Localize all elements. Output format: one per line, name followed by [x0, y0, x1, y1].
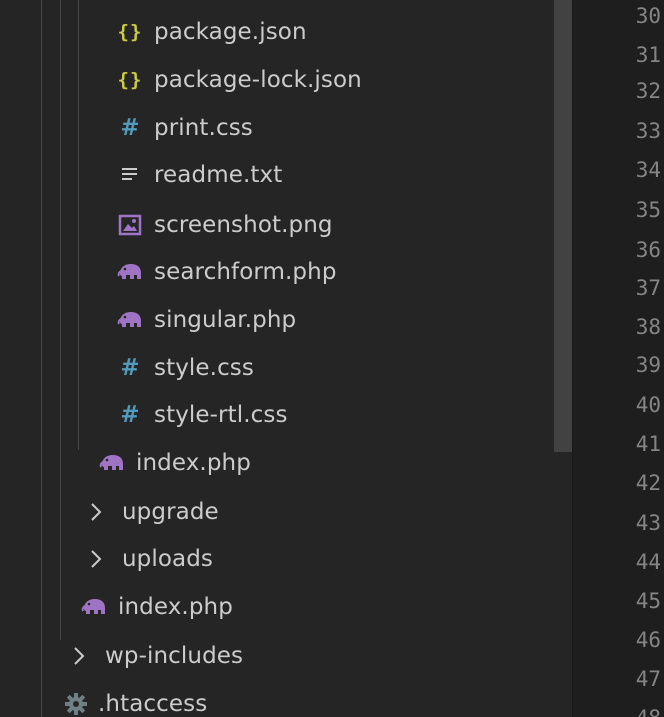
tree-item-screenshot-png[interactable]: screenshot.png — [0, 202, 554, 248]
line-number: 39 — [635, 353, 661, 377]
tree-folder-wp-includes[interactable]: wp-includes — [0, 633, 554, 679]
tree-item-htaccess[interactable]: .htaccess — [0, 681, 554, 717]
text-lines-icon — [116, 161, 144, 189]
explorer-scrollbar-track[interactable] — [554, 0, 572, 717]
explorer-scrollbar-thumb[interactable] — [554, 0, 572, 452]
tree-item-label: searchform.php — [154, 259, 337, 285]
tree-item-package-lock-json[interactable]: {} package-lock.json — [0, 57, 554, 103]
tree-item-label: style.css — [154, 355, 254, 381]
php-elephant-icon — [98, 449, 126, 477]
php-elephant-icon — [116, 258, 144, 286]
tree-item-label: .htaccess — [98, 691, 208, 717]
line-number: 42 — [635, 471, 661, 495]
line-number: 33 — [635, 119, 661, 143]
tree-item-label: upgrade — [122, 499, 219, 525]
tree-item-label: readme.txt — [154, 162, 283, 188]
tree-item-package-json[interactable]: {} package.json — [0, 9, 554, 55]
tree-item-searchform-php[interactable]: searchform.php — [0, 249, 554, 295]
line-number: 47 — [635, 667, 661, 691]
chevron-right-icon — [85, 498, 107, 526]
line-number: 45 — [635, 589, 661, 613]
json-icon: {} — [117, 69, 143, 91]
line-number: 34 — [635, 158, 661, 182]
chevron-right-icon — [68, 642, 90, 670]
line-number: 43 — [635, 511, 661, 535]
line-number: 46 — [635, 628, 661, 652]
tree-item-label: index.php — [136, 450, 251, 476]
tree-item-singular-php[interactable]: singular.php — [0, 297, 554, 343]
tree-item-style-css[interactable]: # style.css — [0, 345, 554, 391]
image-icon — [116, 211, 144, 239]
css-hash-icon: # — [120, 115, 140, 141]
line-number: 31 — [635, 43, 661, 67]
line-number: 44 — [635, 550, 661, 574]
chevron-right-icon — [85, 545, 107, 573]
line-number: 41 — [635, 432, 661, 456]
tree-item-index-php[interactable]: index.php — [0, 584, 554, 630]
json-icon: {} — [117, 21, 143, 43]
tree-item-label: index.php — [118, 594, 233, 620]
line-number: 37 — [635, 276, 661, 300]
tree-item-readme-txt[interactable]: readme.txt — [0, 152, 554, 198]
tree-item-print-css[interactable]: # print.css — [0, 105, 554, 151]
tree-item-label: package.json — [154, 19, 307, 45]
line-number: 48 — [636, 699, 661, 717]
tree-item-label: package-lock.json — [154, 67, 362, 93]
css-hash-icon: # — [120, 402, 140, 428]
tree-item-label: style-rtl.css — [154, 402, 288, 428]
tree-item-label: singular.php — [154, 307, 297, 333]
tree-item-index-php[interactable]: index.php — [0, 440, 554, 486]
line-number: 40 — [635, 393, 661, 417]
gear-icon — [62, 690, 90, 717]
editor-line-number-gutter: 30 31 32 33 34 35 36 37 38 39 40 41 42 4… — [572, 0, 664, 717]
line-number: 36 — [635, 238, 661, 262]
line-number: 30 — [635, 4, 661, 28]
tree-item-label: print.css — [154, 115, 253, 141]
php-elephant-icon — [80, 593, 108, 621]
line-number: 32 — [635, 79, 661, 103]
tree-folder-upgrade[interactable]: upgrade — [0, 489, 554, 535]
php-elephant-icon — [116, 306, 144, 334]
css-hash-icon: # — [120, 355, 140, 381]
file-explorer: {} package.json {} package-lock.json # p… — [0, 0, 572, 717]
tree-item-label: screenshot.png — [154, 212, 333, 238]
tree-item-label: uploads — [122, 546, 214, 572]
line-number: 38 — [635, 315, 661, 339]
tree-item-style-rtl-css[interactable]: # style-rtl.css — [0, 392, 554, 438]
tree-item-label: wp-includes — [105, 643, 244, 669]
line-number: 35 — [635, 198, 661, 222]
tree-folder-uploads[interactable]: uploads — [0, 536, 554, 582]
